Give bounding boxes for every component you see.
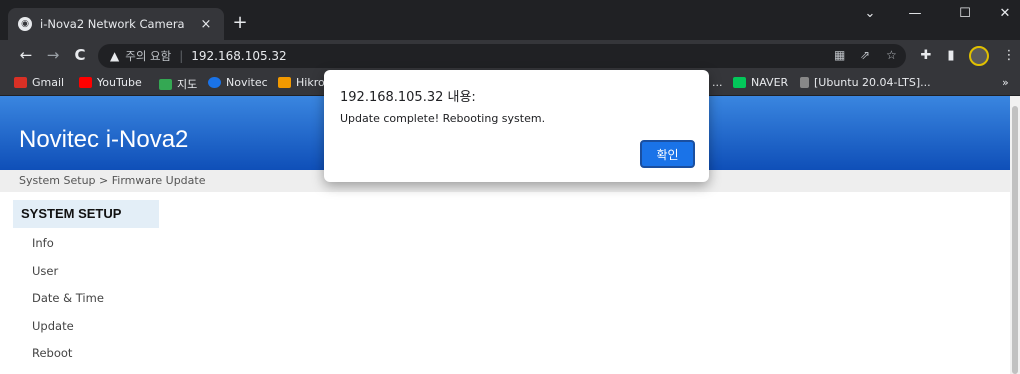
sidebar-item-reboot[interactable]: Reboot: [32, 346, 72, 360]
tab-close-icon[interactable]: ×: [198, 17, 214, 32]
bookmark-star-icon[interactable]: ☆: [886, 48, 897, 62]
reload-icon[interactable]: C: [70, 46, 90, 64]
warning-icon[interactable]: ▲: [110, 49, 119, 63]
sidebar-heading: SYSTEM SETUP: [13, 200, 159, 228]
bookmark-label: YouTube: [97, 76, 142, 89]
maps-icon: [159, 78, 172, 90]
forward-arrow-icon[interactable]: →: [43, 46, 63, 64]
bookmark-truncated[interactable]: ...: [712, 76, 723, 89]
sidebar-item-update[interactable]: Update: [32, 319, 74, 333]
omnibox-divider: |: [179, 49, 184, 63]
globe-icon: ◉: [18, 17, 32, 31]
new-tab-button[interactable]: +: [230, 12, 250, 33]
minimize-button[interactable]: —: [900, 6, 930, 21]
naver-icon: [733, 77, 746, 88]
bookmark-novitec[interactable]: Novitec: [208, 76, 268, 89]
scrollbar-thumb[interactable]: [1012, 106, 1018, 374]
bookmark-label: Gmail: [32, 76, 65, 89]
tab-search-chevron-icon[interactable]: ⌄: [855, 6, 885, 21]
ok-button[interactable]: 확인: [640, 140, 695, 168]
translate-icon[interactable]: ▦: [834, 48, 845, 62]
sidebar-item-date-time[interactable]: Date & Time: [32, 291, 104, 305]
dialog-message: Update complete! Rebooting system.: [340, 112, 546, 125]
ubuntu-icon: [800, 77, 809, 88]
bookmark-maps[interactable]: 지도: [159, 76, 197, 92]
youtube-icon: [79, 77, 92, 88]
bookmark-label: [Ubuntu 20.04-LTS]...: [814, 76, 931, 89]
security-status[interactable]: 주의 요함: [125, 48, 171, 64]
sidebar-item-user[interactable]: User: [32, 264, 58, 278]
maximize-button[interactable]: ☐: [950, 6, 980, 21]
tab-strip: ◉ i-Nova2 Network Camera × + ⌄ — ☐ ✕: [0, 0, 1020, 40]
back-arrow-icon[interactable]: ←: [16, 46, 36, 64]
gmail-icon: [14, 77, 27, 88]
profile-avatar[interactable]: [969, 46, 989, 66]
bookmark-label: NAVER: [751, 76, 789, 89]
bookmark-label: 지도: [177, 78, 198, 91]
bookmarks-more-button[interactable]: »: [1002, 76, 1009, 89]
extensions-puzzle-icon[interactable]: ✚: [917, 48, 935, 63]
dialog-title: 192.168.105.32 내용:: [340, 90, 476, 105]
alert-dialog: 192.168.105.32 내용: Update complete! Rebo…: [324, 70, 709, 182]
hikro-icon: [278, 77, 291, 88]
bookmark-gmail[interactable]: Gmail: [14, 76, 64, 89]
address-bar[interactable]: ▲ 주의 요함 | 192.168.105.32 ▦ ⇗ ☆: [98, 44, 906, 68]
side-panel-icon[interactable]: ▮: [942, 48, 960, 63]
bookmark-label: Novitec: [226, 76, 268, 89]
page-scrollbar[interactable]: [1010, 96, 1020, 374]
window-close-button[interactable]: ✕: [990, 6, 1020, 21]
bookmark-label: Hikro: [296, 76, 325, 89]
browser-tab[interactable]: ◉ i-Nova2 Network Camera ×: [8, 8, 224, 40]
browser-toolbar: ← → C ▲ 주의 요함 | 192.168.105.32 ▦ ⇗ ☆ ✚ ▮…: [0, 40, 1020, 72]
share-icon[interactable]: ⇗: [860, 48, 870, 62]
bookmark-hikro[interactable]: Hikro: [278, 76, 325, 89]
menu-kebab-icon[interactable]: ⋮: [1000, 48, 1018, 63]
bookmark-youtube[interactable]: YouTube: [79, 76, 142, 89]
url-text[interactable]: 192.168.105.32: [191, 49, 286, 63]
bookmark-ubuntu[interactable]: [Ubuntu 20.04-LTS]...: [800, 76, 931, 89]
bookmark-naver[interactable]: NAVER: [733, 76, 788, 89]
brand-title: Novitec i-Nova2: [19, 126, 189, 153]
breadcrumb: System Setup > Firmware Update: [19, 174, 206, 187]
novitec-icon: [208, 77, 221, 88]
sidebar-item-info[interactable]: Info: [32, 236, 54, 250]
tab-title: i-Nova2 Network Camera: [40, 17, 185, 31]
